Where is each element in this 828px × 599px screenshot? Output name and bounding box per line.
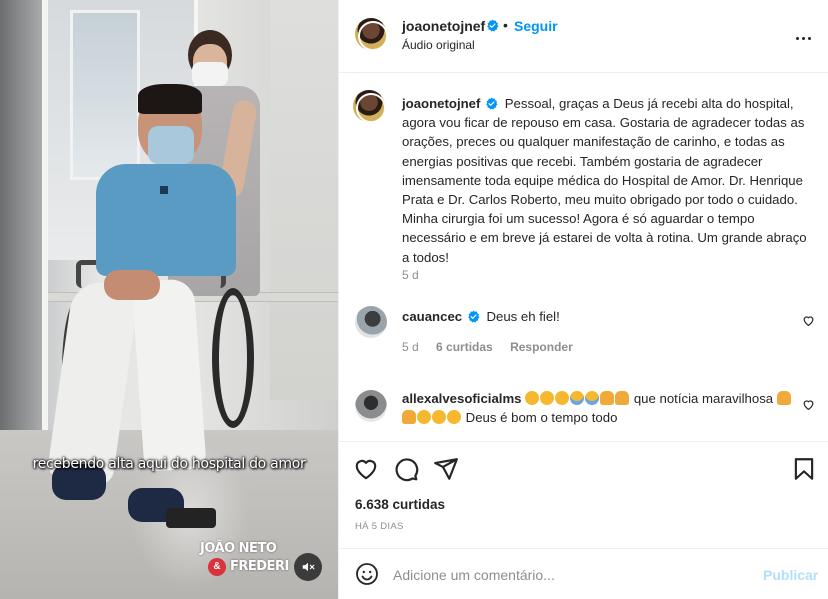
emoji-group (525, 391, 634, 406)
bookmark-icon[interactable] (791, 456, 817, 482)
caption-timestamp[interactable]: 5 d (402, 268, 419, 282)
heart-icon[interactable] (802, 398, 815, 411)
verified-badge-icon (486, 97, 498, 110)
follow-button[interactable]: Seguir (514, 18, 558, 34)
comment-text-end: Deus é bom o tempo todo (465, 410, 618, 425)
video-caption-overlay: recebendo alta aqui do hospital do amor (32, 456, 306, 472)
folded-hands-emoji (776, 391, 791, 405)
comment-meta: 5 d 6 curtidas Responder (402, 340, 587, 354)
post-sidebar: joaonetojnef • Seguir Áudio original joa… (338, 0, 828, 599)
post-caption: joaonetojnef Pessoal, graças a Deus já r… (402, 94, 817, 267)
wheelchair-wheel (212, 288, 254, 428)
watermark-line-2: FREDERI (230, 559, 289, 574)
clapping-hands-emoji (540, 391, 555, 405)
author-avatar[interactable] (355, 18, 387, 50)
comment-input[interactable] (393, 564, 753, 586)
emoji-icon[interactable] (355, 562, 379, 586)
audio-label[interactable]: Áudio original (402, 38, 475, 52)
watermark-badge: & (208, 558, 226, 576)
caption-username[interactable]: joaonetojnef (402, 96, 480, 111)
channel-watermark: JOÃO NETO & FREDERI (196, 541, 296, 581)
publish-button[interactable]: Publicar (763, 567, 818, 583)
likes-count[interactable]: 6.638 curtidas (355, 497, 445, 512)
more-options-button[interactable] (791, 26, 815, 50)
commenter-username[interactable]: allexalvesoficialms (402, 391, 522, 406)
comment-text: que notícia maravilhosa (633, 391, 774, 406)
comment-timestamp[interactable]: 5 d (402, 340, 419, 354)
mute-toggle-button[interactable] (294, 553, 322, 581)
share-icon[interactable] (433, 456, 459, 482)
commenter-username[interactable]: cauancec (402, 309, 462, 324)
commenter-avatar[interactable] (355, 390, 387, 422)
clapping-hands-emoji (432, 410, 446, 424)
more-options-icon (795, 36, 799, 40)
comments-section[interactable]: joaonetojnef Pessoal, graças a Deus já r… (339, 74, 828, 441)
folded-hands-emoji (402, 410, 416, 424)
verified-badge-icon (487, 19, 499, 32)
post-header: joaonetojnef • Seguir Áudio original (339, 0, 828, 73)
caption-text: Pessoal, graças a Deus já recebi alta do… (402, 96, 807, 265)
heart-icon[interactable] (353, 456, 379, 482)
reply-button[interactable]: Responder (510, 340, 573, 354)
comment-text: Deus eh fiel! (486, 309, 560, 324)
comment-icon[interactable] (393, 456, 419, 482)
heart-icon[interactable] (802, 314, 815, 327)
post-date[interactable]: HÁ 5 DIAS (355, 521, 404, 532)
post-video[interactable]: recebendo alta aqui do hospital do amor … (0, 0, 338, 599)
clapping-hands-emoji (417, 410, 431, 424)
clapping-hands-emoji (555, 391, 570, 405)
clapping-hands-emoji (525, 391, 540, 405)
commenter-avatar[interactable] (355, 306, 387, 338)
post-actions: 6.638 curtidas HÁ 5 DIAS (339, 441, 828, 533)
muted-speaker-icon (302, 562, 315, 572)
comment-likes[interactable]: 6 curtidas (436, 340, 493, 354)
crying-face-emoji (585, 391, 600, 405)
clapping-hands-emoji (447, 410, 461, 424)
author-username[interactable]: joaonetojnef (402, 18, 485, 34)
header-separator: • (503, 17, 508, 33)
caption-author-avatar[interactable] (353, 90, 385, 122)
folded-hands-emoji (600, 391, 615, 405)
verified-badge-icon (467, 310, 480, 323)
patient-figure (96, 164, 236, 276)
crying-face-emoji (570, 391, 585, 405)
folded-hands-emoji (615, 391, 630, 405)
watermark-line-1: JOÃO NETO (200, 541, 277, 556)
add-comment-bar: Publicar (339, 548, 828, 599)
